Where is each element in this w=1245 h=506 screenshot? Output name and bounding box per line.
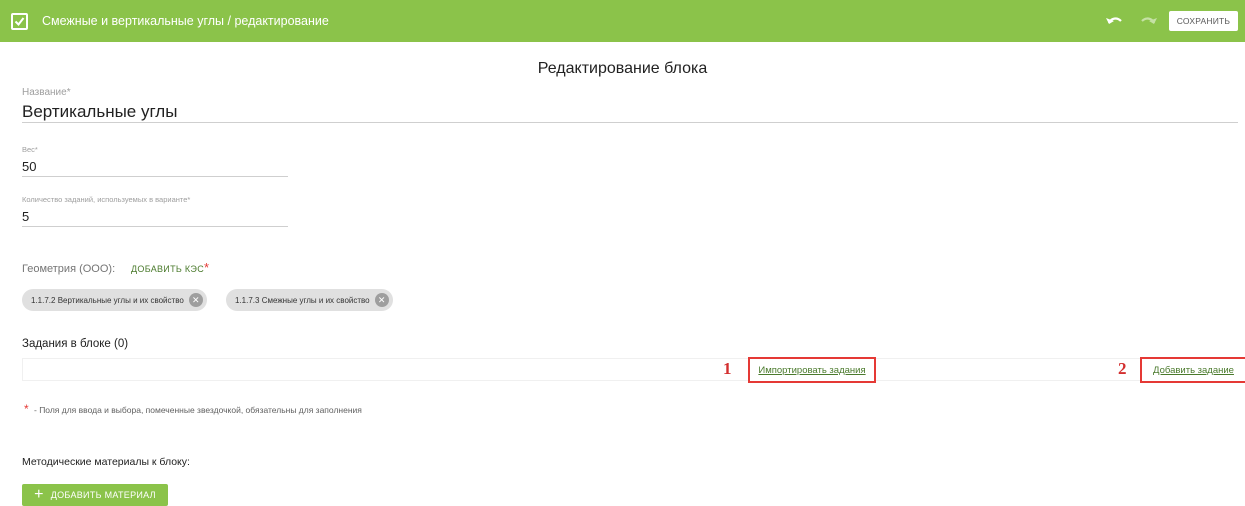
annotation-number-2: 2 [1118, 359, 1127, 378]
annotation-number-1: 1 [723, 359, 732, 378]
kes-chip: 1.1.7.2 Вертикальные углы и их свойство … [22, 289, 207, 311]
kes-chip: 1.1.7.3 Смежные углы и их свойство ✕ [226, 289, 393, 311]
task-count-field-label: Количество заданий, используемых в вариа… [22, 195, 191, 204]
weight-field[interactable]: 50 [22, 159, 36, 174]
name-field-label: Название* [22, 87, 71, 98]
save-button[interactable]: СОХРАНИТЬ [1169, 11, 1238, 31]
note-star: * [24, 402, 29, 416]
checkbox-icon [11, 13, 28, 30]
materials-label: Методические материалы к блоку: [22, 456, 190, 468]
close-circle-icon[interactable]: ✕ [188, 293, 203, 307]
weight-field-label: Вес* [22, 145, 38, 154]
add-material-button[interactable]: + ДОБАВИТЬ МАТЕРИАЛ [22, 484, 168, 506]
top-app-bar: Смежные и вертикальные углы / редактиров… [0, 0, 1245, 42]
close-circle-icon[interactable]: ✕ [374, 293, 389, 307]
weight-field-underline [22, 176, 288, 177]
window-title: Смежные и вертикальные углы / редактиров… [42, 14, 329, 28]
task-count-field[interactable]: 5 [22, 209, 29, 224]
kes-chip-label: 1.1.7.3 Смежные углы и их свойство [235, 295, 370, 305]
undo-icon[interactable] [1104, 12, 1124, 30]
add-material-label: ДОБАВИТЬ МАТЕРИАЛ [50, 490, 156, 500]
kes-chip-label: 1.1.7.2 Вертикальные углы и их свойство [31, 295, 184, 305]
required-star: * [204, 260, 210, 275]
add-task-highlight: Добавить задание [1140, 357, 1245, 383]
required-note: - Поля для ввода и выбора, помеченные зв… [34, 405, 362, 415]
redo-icon [1139, 12, 1159, 30]
plus-icon: + [34, 486, 44, 503]
task-count-field-underline [22, 226, 288, 227]
add-kes-link[interactable]: ДОБАВИТЬ КЭС [131, 264, 204, 274]
tasks-heading: Задания в блоке (0) [22, 338, 129, 350]
import-tasks-link[interactable]: Импортировать задания [758, 365, 865, 376]
name-field[interactable]: Вертикальные углы [22, 102, 177, 122]
import-tasks-highlight: Импортировать задания [748, 357, 876, 383]
page-title: Редактирование блока [537, 60, 708, 77]
geometry-label: Геометрия (ООО): [22, 263, 116, 275]
tasks-toolbar [22, 358, 1245, 381]
name-field-underline [22, 122, 1238, 123]
add-task-link[interactable]: Добавить задание [1153, 365, 1234, 376]
